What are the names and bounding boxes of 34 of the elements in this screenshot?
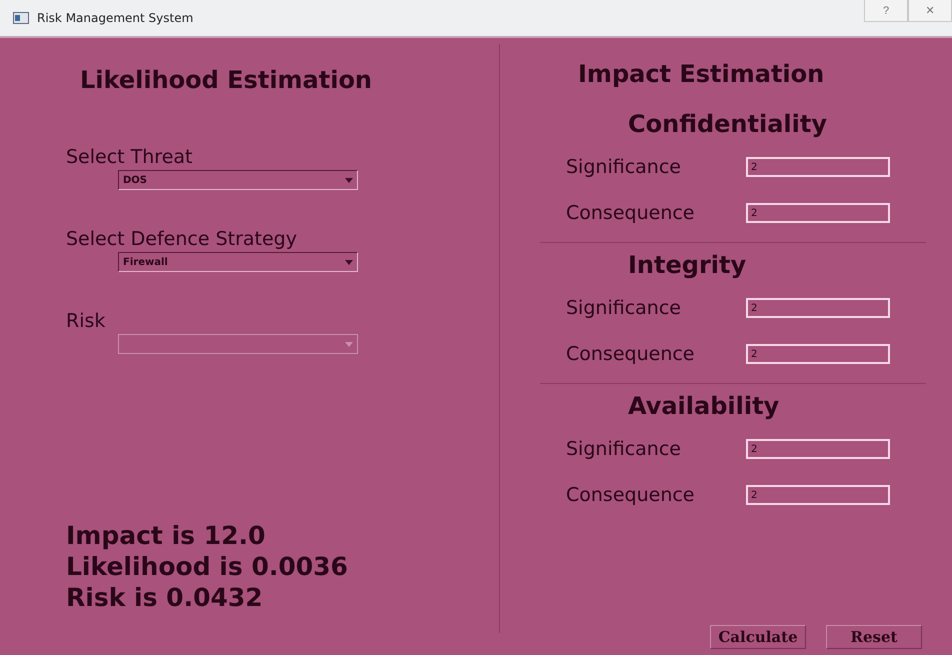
- subsection-heading: Integrity: [628, 251, 748, 279]
- field-label: Consequence: [566, 343, 696, 365]
- input-field[interactable]: 2: [746, 298, 890, 318]
- caret-icon: [345, 178, 353, 182]
- input-field[interactable]: 2: [746, 203, 890, 223]
- window-title: Risk Management System: [37, 11, 194, 25]
- app-icon: [13, 12, 29, 24]
- help-button[interactable]: ?: [864, 0, 908, 22]
- input-field[interactable]: 2: [746, 485, 890, 505]
- section-heading: Impact Estimation: [578, 60, 826, 88]
- field-label: Consequence: [566, 484, 696, 506]
- field-label: Select Threat: [66, 146, 194, 168]
- field-label: Significance: [566, 297, 682, 319]
- field-label: Risk: [66, 310, 106, 332]
- field-label: Significance: [566, 438, 682, 460]
- caret-icon: [345, 342, 353, 346]
- field-label: Consequence: [566, 202, 696, 224]
- section-heading: Likelihood Estimation: [80, 66, 374, 94]
- result-text: Risk is 0.0432: [66, 582, 264, 613]
- input-field[interactable]: 2: [746, 439, 890, 459]
- caret-icon: [345, 260, 353, 264]
- close-button[interactable]: ✕: [908, 0, 952, 22]
- input-field[interactable]: 2: [746, 344, 890, 364]
- field-label: Significance: [566, 156, 682, 178]
- dropdown[interactable]: DOS: [118, 170, 358, 190]
- subsection-heading: Availability: [628, 392, 780, 420]
- reset-button[interactable]: Reset: [826, 625, 922, 649]
- result-text: Impact is 12.0: [66, 520, 266, 551]
- field-label: Select Defence Strategy: [66, 228, 298, 250]
- result-text: Likelihood is 0.0036: [66, 551, 349, 582]
- input-field[interactable]: 2: [746, 157, 890, 177]
- subsection-heading: Confidentiality: [628, 110, 828, 138]
- calculate-button[interactable]: Calculate: [710, 625, 806, 649]
- dropdown[interactable]: Firewall: [118, 252, 358, 272]
